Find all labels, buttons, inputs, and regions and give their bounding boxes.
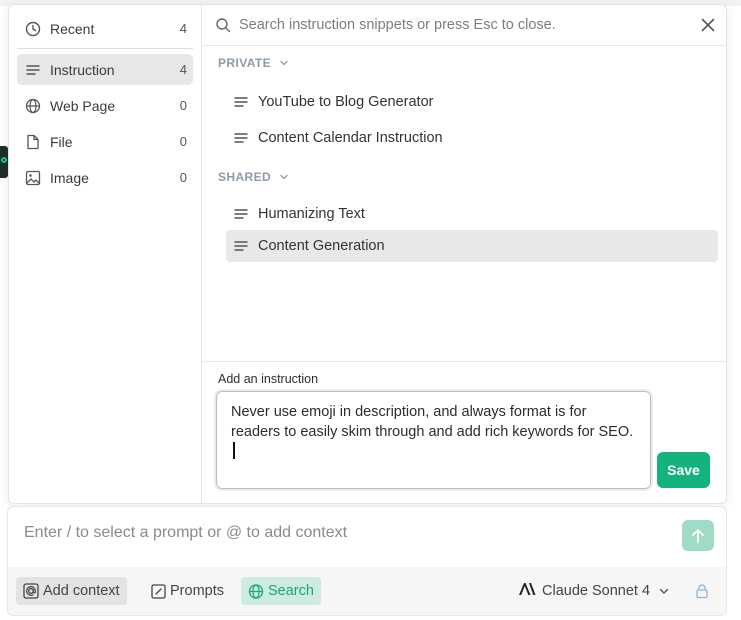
snippet-label: Content Generation bbox=[258, 238, 385, 254]
arrow-up-icon bbox=[692, 528, 704, 543]
sidebar-item-web-page[interactable]: Web Page 0 bbox=[17, 90, 193, 121]
sidebar-item-count: 0 bbox=[179, 98, 187, 113]
chat-composer: Add context Prompts Search Claude Sonnet… bbox=[7, 506, 727, 616]
snippet-picker-panel: Recent 4 Instruction 4 Web Page 0 File 0 bbox=[8, 4, 727, 504]
lines-icon bbox=[25, 62, 41, 78]
image-icon bbox=[25, 170, 41, 186]
sidebar-item-label: Web Page bbox=[50, 97, 116, 114]
model-label: Claude Sonnet 4 bbox=[542, 583, 651, 599]
section-header-private[interactable]: PRIVATE bbox=[218, 56, 289, 70]
snippet-search-bar bbox=[202, 5, 726, 46]
web-search-toggle[interactable]: Search bbox=[241, 577, 321, 605]
sidebar-item-file[interactable]: File 0 bbox=[17, 126, 193, 157]
sidebar-item-count: 0 bbox=[179, 170, 187, 185]
section-header-shared[interactable]: SHARED bbox=[218, 170, 289, 184]
sidebar-item-label: Image bbox=[50, 169, 89, 186]
sidebar-item-label: Recent bbox=[50, 20, 95, 37]
sidebar-divider bbox=[17, 48, 193, 49]
chat-input[interactable] bbox=[24, 524, 664, 542]
clock-icon bbox=[25, 21, 41, 37]
extension-dot-icon bbox=[1, 157, 7, 163]
snippet-label: Content Calendar Instruction bbox=[258, 130, 443, 146]
send-button[interactable] bbox=[682, 520, 714, 551]
editor-label: Add an instruction bbox=[218, 372, 319, 386]
category-sidebar: Recent 4 Instruction 4 Web Page 0 File 0 bbox=[9, 5, 202, 503]
snippet-item[interactable]: YouTube to Blog Generator bbox=[226, 86, 718, 118]
save-button[interactable]: Save bbox=[657, 452, 710, 488]
sidebar-item-count: 4 bbox=[179, 21, 187, 36]
instruction-text: Never use emoji in description, and alwa… bbox=[231, 404, 634, 440]
lock-icon[interactable] bbox=[694, 583, 710, 599]
floating-extension-tab[interactable] bbox=[0, 146, 8, 178]
snippet-item[interactable]: Content Calendar Instruction bbox=[226, 122, 718, 154]
sidebar-item-count: 0 bbox=[179, 134, 187, 149]
sidebar-item-label: File bbox=[50, 133, 73, 150]
file-icon bbox=[25, 134, 41, 150]
snippet-item[interactable]: Humanizing Text bbox=[226, 198, 718, 230]
edit-square-icon bbox=[150, 583, 166, 599]
instruction-editor: Add an instruction Never use emoji in de… bbox=[202, 361, 726, 503]
prompts-button[interactable]: Prompts bbox=[143, 577, 231, 605]
lines-icon bbox=[234, 209, 248, 219]
sidebar-item-instruction[interactable]: Instruction 4 bbox=[17, 54, 193, 85]
sidebar-item-count: 4 bbox=[179, 62, 187, 77]
snippet-item-selected[interactable]: Content Generation bbox=[226, 230, 718, 262]
chevron-down-icon bbox=[659, 588, 669, 594]
sidebar-item-recent[interactable]: Recent 4 bbox=[17, 13, 193, 44]
sidebar-item-image[interactable]: Image 0 bbox=[17, 162, 193, 193]
chat-input-area bbox=[8, 507, 726, 567]
globe-icon bbox=[248, 583, 264, 599]
close-icon bbox=[701, 18, 715, 32]
globe-icon bbox=[25, 98, 41, 114]
model-selector[interactable]: Claude Sonnet 4 bbox=[518, 577, 670, 605]
chevron-down-icon bbox=[280, 174, 288, 180]
at-sign-icon bbox=[23, 583, 39, 599]
snippet-label: Humanizing Text bbox=[258, 206, 365, 222]
lines-icon bbox=[234, 241, 248, 251]
add-context-button[interactable]: Add context bbox=[16, 577, 127, 605]
section-title: SHARED bbox=[218, 170, 272, 184]
chevron-down-icon bbox=[280, 60, 288, 66]
section-title: PRIVATE bbox=[218, 56, 272, 70]
lines-icon bbox=[234, 97, 248, 107]
search-icon bbox=[215, 17, 231, 33]
sidebar-item-label: Instruction bbox=[50, 61, 115, 78]
close-button[interactable] bbox=[694, 11, 722, 39]
lines-icon bbox=[234, 133, 248, 143]
add-context-label: Add context bbox=[43, 583, 120, 599]
snippet-label: YouTube to Blog Generator bbox=[258, 94, 434, 110]
snippet-search-input[interactable] bbox=[239, 17, 694, 33]
anthropic-logo-icon bbox=[518, 581, 536, 601]
search-label: Search bbox=[268, 583, 314, 599]
prompts-label: Prompts bbox=[170, 583, 224, 599]
instruction-textarea[interactable]: Never use emoji in description, and alwa… bbox=[214, 389, 653, 491]
text-caret bbox=[233, 442, 235, 459]
